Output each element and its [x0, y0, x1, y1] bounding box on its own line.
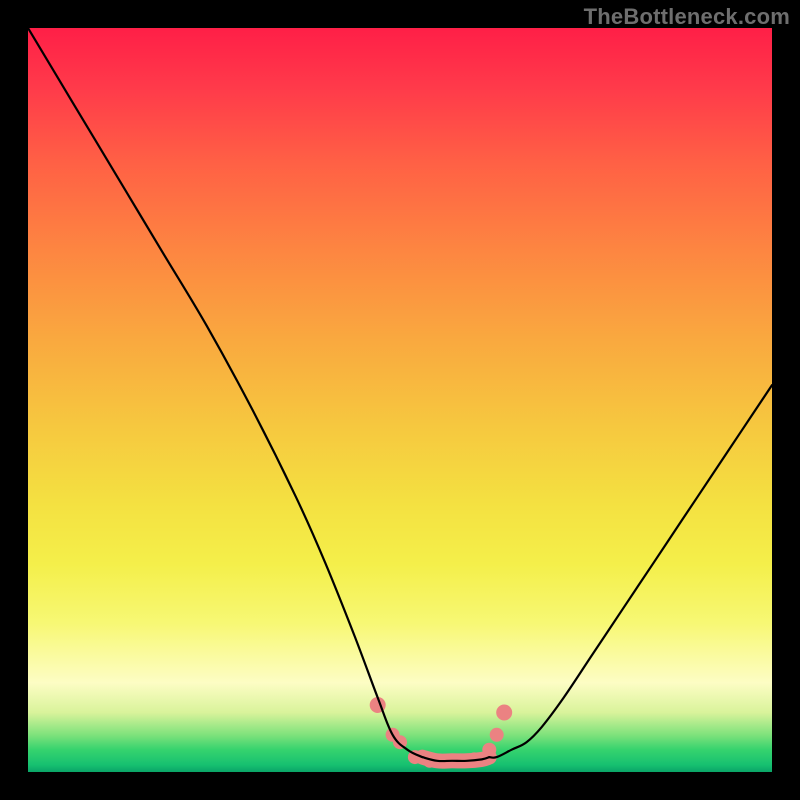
watermark-text: TheBottleneck.com: [584, 4, 790, 30]
left-curve: [28, 28, 422, 757]
chart-frame: TheBottleneck.com: [0, 0, 800, 800]
right-curve: [489, 385, 772, 758]
chart-svg: [28, 28, 772, 772]
valley-dot: [482, 743, 496, 757]
valley-dot: [490, 728, 504, 742]
plot-area: [28, 28, 772, 772]
valley-dot: [496, 705, 512, 721]
